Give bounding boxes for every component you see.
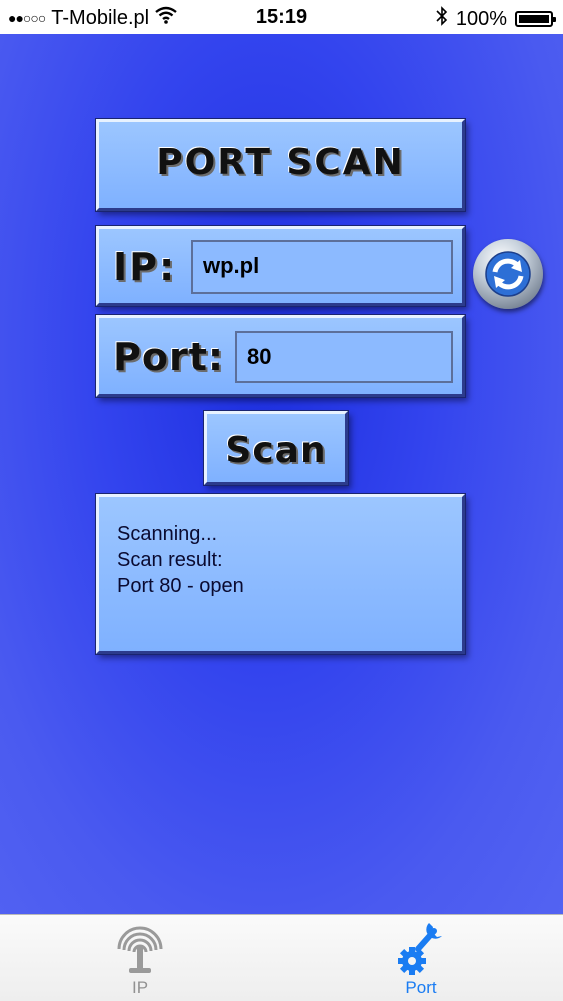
result-line: Scanning... xyxy=(117,523,218,545)
gear-wrench-icon xyxy=(398,923,442,975)
tab-ip[interactable]: IP xyxy=(70,915,210,1001)
tab-ip-label: IP xyxy=(131,978,149,997)
status-bar: ●●○○○ T-Mobile.pl 15:19 100% xyxy=(0,0,563,34)
scan-result-box: Scanning... Scan result: Port 80 - open xyxy=(96,494,465,654)
refresh-button[interactable] xyxy=(473,239,543,309)
scan-button[interactable]: Scan xyxy=(204,411,348,485)
bluetooth-icon xyxy=(436,6,448,32)
app-title: PORT SCAN xyxy=(156,142,405,183)
ip-input[interactable]: wp.pl xyxy=(191,240,453,294)
battery-icon xyxy=(515,11,556,27)
scan-button-label: Scan xyxy=(225,430,327,471)
refresh-icon xyxy=(485,251,531,297)
port-input[interactable]: 80 xyxy=(235,331,453,383)
tab-bar: IP Port xyxy=(0,914,563,1001)
main-content: PORT SCAN IP: wp.pl Port: 80 Scan Scanni… xyxy=(0,34,563,914)
battery-percentage: 100% xyxy=(455,7,507,30)
tab-port[interactable]: Port xyxy=(351,915,491,1001)
tab-port-label: Port xyxy=(405,978,437,997)
port-label: Port: xyxy=(113,335,225,379)
antenna-icon xyxy=(117,926,163,973)
port-row: Port: 80 xyxy=(96,315,465,397)
result-line: Scan result: xyxy=(117,549,223,571)
ip-label: IP: xyxy=(113,245,177,289)
app-title-banner: PORT SCAN xyxy=(96,119,465,211)
ip-row: IP: wp.pl xyxy=(96,226,465,306)
result-line: Port 80 - open xyxy=(117,575,244,597)
